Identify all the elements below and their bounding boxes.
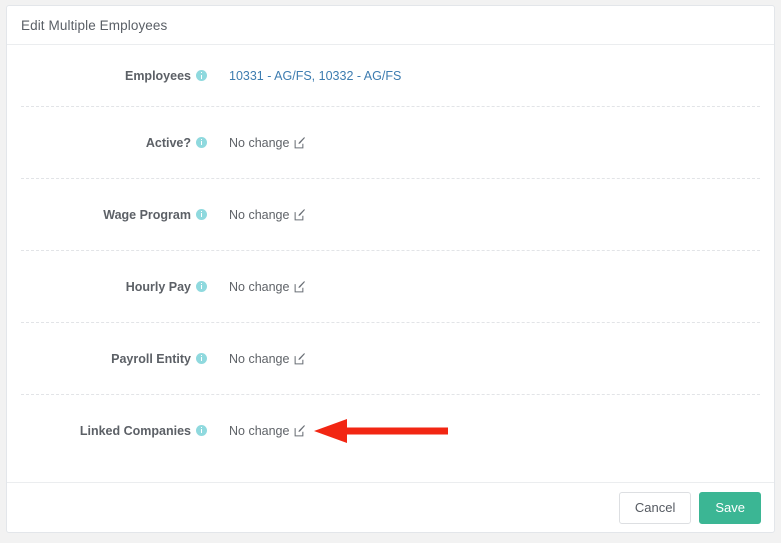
edit-pencil-icon[interactable] — [294, 424, 306, 437]
field-label-text: Wage Program — [103, 207, 191, 222]
panel-header: Edit Multiple Employees — [7, 6, 774, 45]
info-icon[interactable] — [196, 424, 207, 436]
field-value-text: No change — [229, 279, 290, 294]
field-value-text: No change — [229, 207, 290, 222]
employees-link-text[interactable]: 10331 - AG/FS, 10332 - AG/FS — [229, 69, 401, 83]
field-label-active: Active? — [7, 136, 207, 150]
info-icon[interactable] — [196, 280, 207, 292]
field-value-hourly-pay[interactable]: No change — [229, 280, 306, 294]
info-icon[interactable] — [196, 136, 207, 148]
field-label-payroll-entity: Payroll Entity — [7, 352, 207, 366]
field-label-linked-companies: Linked Companies — [7, 424, 207, 438]
field-value-active[interactable]: No change — [229, 136, 306, 150]
field-label-text: Employees — [124, 69, 191, 83]
field-label-text: Linked Companies — [79, 423, 191, 438]
field-value-linked-companies[interactable]: No change — [229, 424, 306, 438]
footer-actions: Cancel Save — [618, 492, 761, 524]
panel-body: Employees 10331 - AG/FS, 10332 - AG/FS A… — [7, 46, 774, 482]
edit-pencil-icon[interactable] — [294, 136, 306, 149]
field-label-wage-program: Wage Program — [7, 208, 207, 222]
field-label-hourly-pay: Hourly Pay — [7, 280, 207, 294]
page-title: Edit Multiple Employees — [21, 18, 168, 33]
field-value-text: No change — [229, 423, 290, 438]
info-icon[interactable] — [196, 208, 207, 220]
field-value-wage-program[interactable]: No change — [229, 208, 306, 222]
field-label-employees: Employees — [7, 69, 207, 83]
edit-pencil-icon[interactable] — [294, 208, 306, 221]
field-label-text: Active? — [145, 135, 191, 150]
edit-multiple-employees-panel: Edit Multiple Employees Employees 10331 … — [6, 5, 775, 533]
form-row-payroll-entity: Payroll Entity No change — [21, 322, 760, 394]
form-row-employees: Employees 10331 - AG/FS, 10332 - AG/FS — [7, 46, 774, 106]
app-root: Edit Multiple Employees Employees 10331 … — [0, 0, 781, 543]
form-row-wage-program: Wage Program No change — [21, 178, 760, 250]
info-icon[interactable] — [196, 70, 207, 81]
field-value-employees[interactable]: 10331 - AG/FS, 10332 - AG/FS — [229, 69, 401, 83]
info-icon[interactable] — [196, 352, 207, 364]
form-row-hourly-pay: Hourly Pay No change — [21, 250, 760, 322]
field-value-text: No change — [229, 135, 290, 150]
edit-pencil-icon[interactable] — [294, 280, 306, 293]
field-value-payroll-entity[interactable]: No change — [229, 352, 306, 366]
cancel-button[interactable]: Cancel — [618, 492, 692, 524]
panel-footer: Cancel Save — [7, 482, 774, 532]
form-row-active: Active? No change — [21, 106, 760, 178]
field-value-text: No change — [229, 351, 290, 366]
edit-pencil-icon[interactable] — [294, 352, 306, 365]
field-label-text: Hourly Pay — [125, 279, 191, 294]
field-label-text: Payroll Entity — [111, 351, 191, 366]
save-button[interactable]: Save — [699, 492, 761, 524]
form-row-linked-companies: Linked Companies No change — [21, 394, 760, 466]
